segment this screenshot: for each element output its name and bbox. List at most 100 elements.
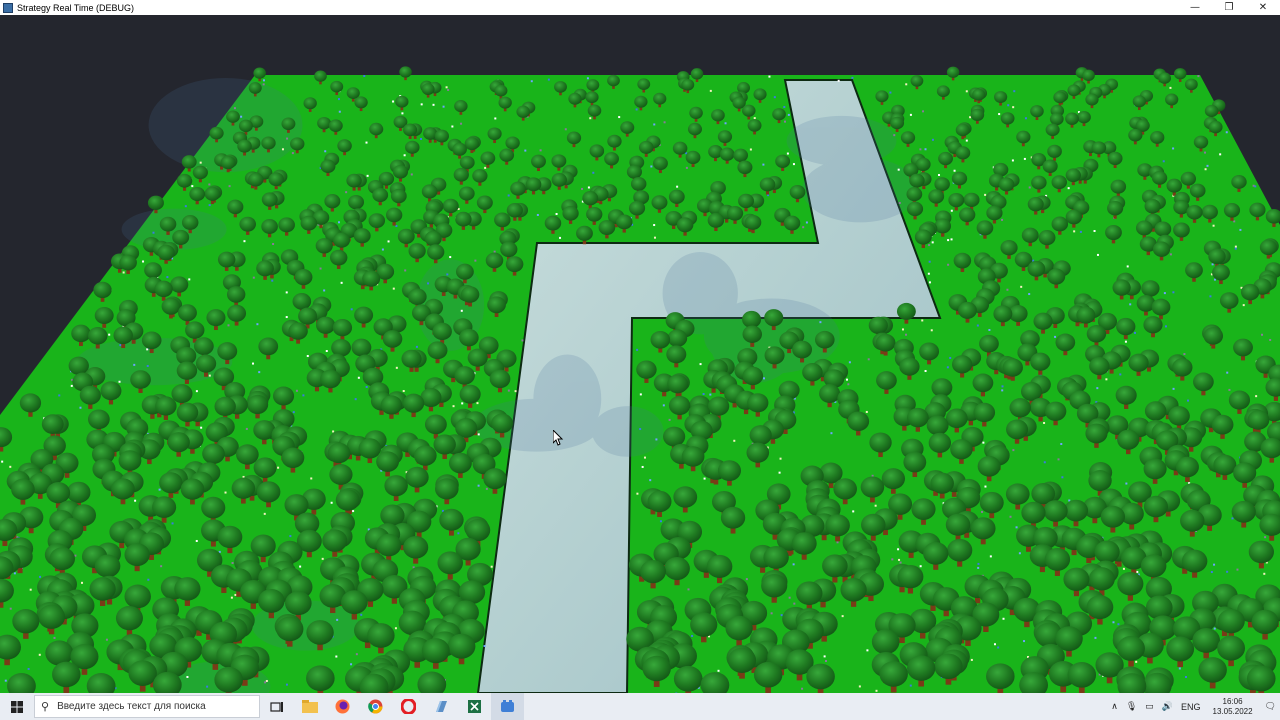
flower [281, 148, 284, 151]
close-button[interactable]: ✕ [1246, 0, 1280, 15]
tree-canopy [41, 414, 64, 434]
flower [768, 75, 771, 78]
flower [1011, 159, 1014, 162]
tree-canopy [875, 333, 896, 352]
microphone-icon[interactable]: 🎙 [1122, 701, 1141, 712]
tree-canopy [1184, 78, 1198, 91]
tree-canopy [1038, 230, 1056, 246]
flower [866, 649, 869, 652]
tree-canopy [201, 496, 226, 519]
volume-icon[interactable]: 🔊 [1158, 701, 1177, 712]
flower [1219, 153, 1222, 156]
flower [146, 364, 149, 367]
flower [1172, 291, 1175, 294]
flower [387, 240, 390, 243]
flower [1073, 230, 1076, 233]
tree-canopy [1217, 635, 1246, 661]
flower [1264, 536, 1267, 539]
tree-canopy [238, 119, 253, 133]
tree-canopy [668, 189, 685, 204]
tree-canopy [1248, 540, 1274, 564]
chrome-button[interactable] [359, 693, 392, 720]
minimize-button[interactable]: — [1178, 0, 1212, 15]
network-icon[interactable]: ▭ [1141, 701, 1158, 712]
editor-button[interactable] [425, 693, 458, 720]
tree-canopy [1141, 280, 1160, 297]
tree-canopy [408, 243, 426, 259]
tree-canopy [87, 327, 108, 345]
flower [449, 256, 452, 259]
tree-canopy [192, 165, 208, 180]
flower [264, 681, 267, 684]
tree-canopy [1201, 204, 1218, 220]
tree-canopy [314, 70, 327, 82]
tree-canopy [733, 148, 749, 162]
tree-canopy [256, 260, 274, 277]
tree-canopy [1116, 317, 1136, 336]
flower [930, 329, 933, 332]
tree-canopy [1173, 68, 1187, 80]
tree-canopy [970, 108, 985, 122]
tree-canopy [525, 177, 542, 192]
tree-canopy [1005, 483, 1030, 505]
flower [258, 371, 261, 374]
taskbar-search-box[interactable]: ⚲ Введите здесь текст для поиска [34, 695, 260, 718]
flower [381, 248, 384, 251]
tree-canopy [141, 331, 162, 350]
tree-canopy [510, 181, 526, 196]
flower [514, 390, 517, 393]
terrain-scene [0, 66, 1280, 693]
flower [4, 679, 7, 682]
maximize-button[interactable]: ❐ [1212, 0, 1246, 15]
flower [1, 460, 4, 463]
tree-canopy [1047, 144, 1062, 158]
flower [395, 366, 398, 369]
tree-canopy [209, 126, 224, 140]
tree-canopy [49, 547, 75, 571]
tree-canopy [653, 92, 667, 105]
flower [662, 404, 665, 407]
game-app-button[interactable] [491, 693, 524, 720]
cloud-shadow [591, 406, 664, 457]
flower [1263, 572, 1266, 575]
tree-canopy [217, 342, 238, 361]
task-view-button[interactable] [260, 693, 293, 720]
excel-button[interactable] [458, 693, 491, 720]
tree-canopy [945, 513, 971, 536]
tree-canopy [946, 66, 960, 78]
tree-canopy [1185, 262, 1203, 279]
tree-canopy [1165, 93, 1179, 106]
tree-canopy [11, 478, 35, 500]
flower [325, 350, 328, 353]
start-button[interactable] [0, 693, 34, 720]
tree-canopy [1105, 224, 1122, 241]
tree-canopy [368, 213, 386, 229]
tree-canopy [292, 293, 312, 310]
tree-canopy [690, 68, 704, 80]
language-indicator[interactable]: ENG [1177, 702, 1205, 712]
flower [847, 383, 850, 386]
chevron-up-icon[interactable]: ∧ [1107, 701, 1122, 712]
file-explorer-button[interactable] [293, 693, 326, 720]
notifications-icon[interactable]: 🗨 [1261, 701, 1280, 712]
tree-canopy [1086, 325, 1107, 343]
tree-canopy [480, 151, 496, 165]
tree-canopy [437, 551, 464, 575]
tree-canopy [764, 346, 785, 365]
flower [702, 393, 705, 396]
game-viewport[interactable] [0, 15, 1280, 693]
clock[interactable]: 16:06 13.05.2022 [1205, 697, 1261, 717]
flower [230, 596, 233, 599]
firefox-button[interactable] [326, 693, 359, 720]
tree-canopy [979, 334, 999, 353]
window-titlebar[interactable]: Strategy Real Time (DEBUG) — ❐ ✕ [0, 0, 1280, 15]
opera-button[interactable] [392, 693, 425, 720]
tree-canopy [936, 85, 950, 98]
flower [321, 557, 324, 560]
flower [762, 163, 765, 166]
tree-canopy [638, 140, 654, 154]
flower [946, 366, 949, 369]
tree-canopy [1086, 595, 1114, 620]
tree-canopy [647, 490, 672, 513]
tree-canopy [1100, 505, 1126, 528]
